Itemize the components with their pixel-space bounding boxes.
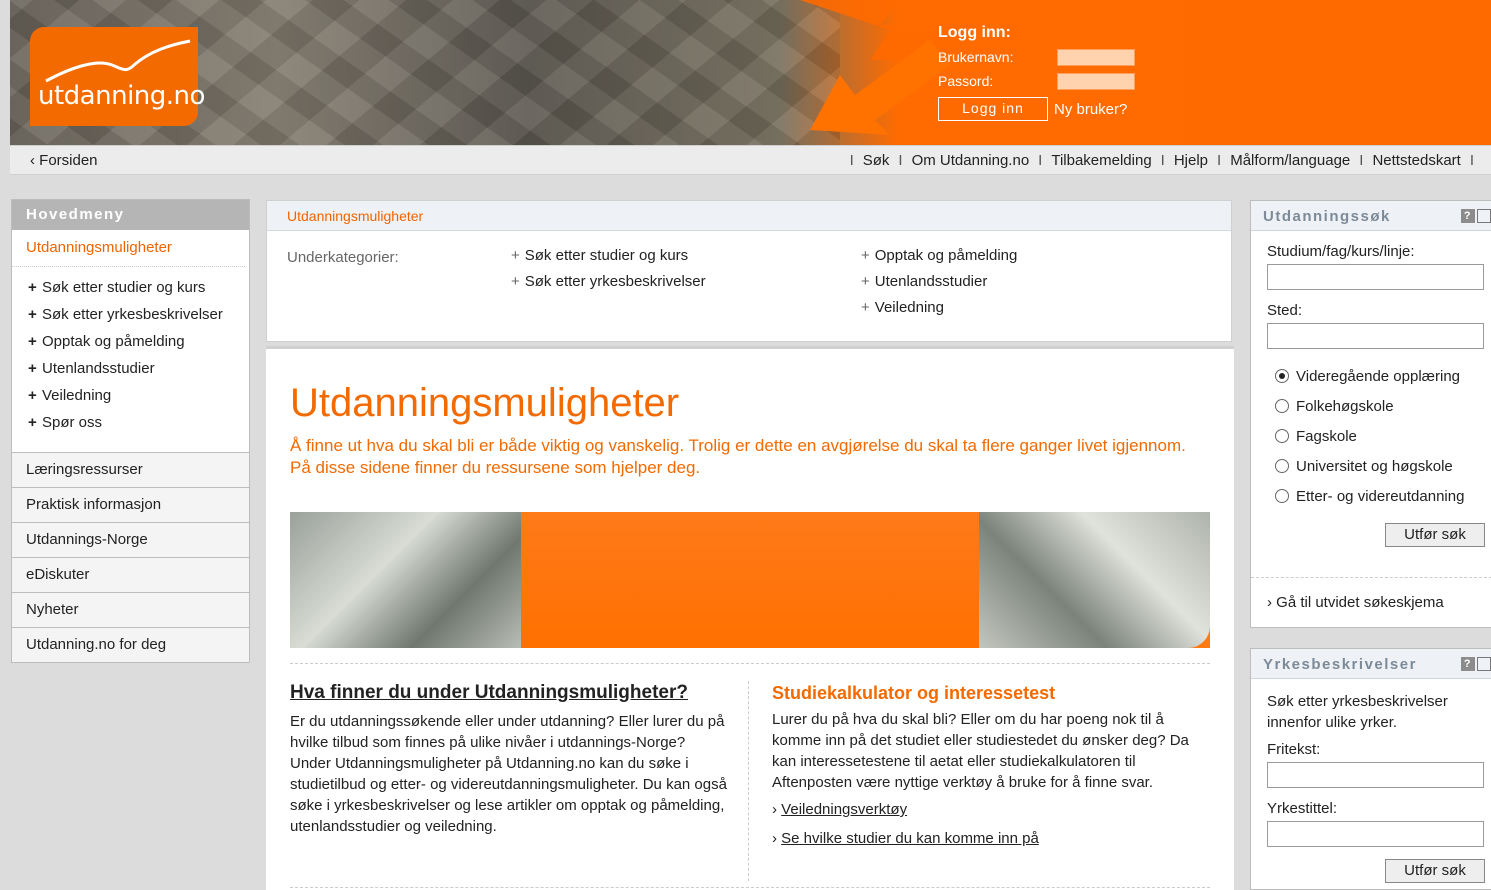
submenu-item[interactable]: Opptak og påmelding — [28, 331, 249, 352]
radio-videregaende[interactable]: Videregående opplæring — [1267, 361, 1491, 391]
radio-universitet[interactable]: Universitet og høgskole — [1267, 451, 1491, 481]
chevron-right-icon: › — [772, 801, 777, 818]
guidance-tools-link[interactable]: Veiledningsverktøy — [781, 801, 907, 818]
radio-icon — [1275, 459, 1289, 473]
chevron-right-icon: › — [772, 830, 777, 847]
nav-link-help[interactable]: Hjelp — [1174, 152, 1208, 169]
subcategory-link[interactable]: Søk etter yrkesbeskrivelser — [525, 273, 706, 290]
job-title-label: Yrkestittel: — [1267, 800, 1338, 817]
nav-link-language[interactable]: Målform/language — [1230, 152, 1350, 169]
education-search-panel: Utdanningssøk ? Studium/fag/kurs/linje: … — [1250, 200, 1491, 628]
submenu-item[interactable]: Veiledning — [28, 385, 249, 406]
info-heading-left[interactable]: Hva finner du under Utdanningsmuligheter… — [290, 682, 730, 704]
study-field-label: Studium/fag/kurs/linje: — [1267, 243, 1415, 260]
subcategory-link[interactable]: Veiledning — [875, 299, 944, 316]
nav-link-feedback[interactable]: Tilbakemelding — [1051, 152, 1151, 169]
username-label: Brukernavn: — [938, 49, 1014, 65]
submenu-item[interactable]: Søk etter studier og kurs — [28, 277, 249, 298]
info-text-right: Lurer du på hva du skal bli? Eller om du… — [772, 711, 1189, 791]
job-search-submit-button[interactable]: Utfør søk — [1385, 859, 1485, 883]
login-title: Logg inn: — [938, 24, 1011, 41]
freetext-label: Fritekst: — [1267, 741, 1321, 758]
banner-photo-right — [979, 512, 1210, 648]
nav-link-sitemap[interactable]: Nettstedskart — [1372, 152, 1460, 169]
study-calculator-link[interactable]: Se hvilke studier du kan komme inn på — [781, 830, 1039, 847]
radio-icon — [1275, 489, 1289, 503]
advanced-search-link[interactable]: › Gå til utvidet søkeskjema — [1267, 594, 1444, 611]
new-user-link[interactable]: Ny bruker? — [1054, 101, 1127, 118]
logo-swoosh-icon — [45, 39, 191, 83]
subcategory-link[interactable]: Utenlandsstudier — [875, 273, 988, 290]
main-menu: Hovedmeny Utdanningsmuligheter Søk etter… — [11, 199, 250, 663]
password-input[interactable] — [1057, 72, 1135, 90]
main-menu-title: Hovedmeny — [12, 200, 249, 230]
username-input[interactable] — [1057, 48, 1135, 66]
subcategory-column-2: + Opptak og påmelding + Utenlandsstudier +… — [861, 247, 1018, 316]
minimize-icon[interactable] — [1477, 657, 1491, 671]
info-text-left: Er du utdanningssøkende eller under utda… — [290, 713, 727, 835]
menu-item-utdanning-for-deg[interactable]: Utdanning.no for deg — [12, 627, 249, 662]
menu-item-praktisk-informasjon[interactable]: Praktisk informasjon — [12, 487, 249, 522]
place-field-label: Sted: — [1267, 302, 1303, 319]
info-heading-right: Studiekalkulator og interessetest — [772, 683, 1056, 703]
submenu-item[interactable]: Spør oss — [28, 412, 249, 433]
radio-icon — [1275, 429, 1289, 443]
menu-item-nyheter[interactable]: Nyheter — [12, 592, 249, 627]
subcategory-link[interactable]: Søk etter studier og kurs — [525, 247, 688, 264]
subcategories-label: Underkategorier: — [287, 249, 399, 266]
divider — [290, 663, 1210, 664]
site-logo[interactable]: utdanning.no — [30, 27, 205, 126]
password-label: Passord: — [938, 73, 994, 89]
study-input[interactable] — [1267, 264, 1484, 290]
nav-link-search[interactable]: Søk — [863, 152, 890, 169]
subcategories-panel: Utdanningsmuligheter Underkategorier: + S… — [266, 200, 1232, 342]
menu-item-utdannings-norge[interactable]: Utdannings-Norge — [12, 522, 249, 557]
column-divider — [748, 681, 749, 881]
banner-orange-block — [521, 512, 979, 648]
place-input[interactable] — [1267, 323, 1484, 349]
banner-image — [290, 512, 1210, 648]
search-submit-button[interactable]: Utfør søk — [1385, 523, 1485, 547]
info-column-left: Hva finner du under Utdanningsmuligheter… — [290, 682, 730, 837]
subcategory-link[interactable]: Opptak og påmelding — [875, 247, 1018, 264]
subcategory-column-1: + Søk etter studier og kurs + Søk etter yr… — [511, 247, 706, 290]
divider — [290, 887, 1210, 888]
site-header: utdanning.no Logg inn: Brukernavn: Passo… — [10, 0, 1491, 145]
minimize-icon[interactable] — [1477, 209, 1491, 223]
radio-selected-icon — [1275, 369, 1289, 383]
job-panel-title: Yrkesbeskrivelser — [1263, 656, 1417, 673]
login-box: Logg inn: Brukernavn: Passord: Logg inn … — [938, 24, 1135, 121]
login-button[interactable]: Logg inn — [938, 97, 1048, 121]
radio-folkehogskole[interactable]: Folkehøgskole — [1267, 391, 1491, 421]
page-title: Utdanningsmuligheter — [290, 381, 680, 425]
info-column-right: Studiekalkulator og interessetest Lurer … — [772, 683, 1212, 847]
submenu-item[interactable]: Søk etter yrkesbeskrivelser — [28, 304, 249, 325]
radio-icon — [1275, 399, 1289, 413]
search-panel-title: Utdanningssøk — [1263, 208, 1391, 225]
freetext-input[interactable] — [1267, 762, 1484, 788]
radio-fagskole[interactable]: Fagskole — [1267, 421, 1491, 451]
banner-photo-left — [290, 512, 521, 648]
nav-link-about[interactable]: Om Utdanning.no — [912, 152, 1030, 169]
help-icon[interactable]: ? — [1461, 209, 1475, 223]
submenu: Søk etter studier og kurs Søk etter yrke… — [12, 267, 249, 452]
home-link[interactable]: ‹ Forsiden — [30, 152, 98, 169]
breadcrumb: Utdanningsmuligheter — [267, 201, 1231, 231]
menu-item-ediskuter[interactable]: eDiskuter — [12, 557, 249, 592]
job-panel-description: Søk etter yrkesbeskrivelser innenfor uli… — [1267, 693, 1448, 731]
menu-item-utdanningsmuligheter[interactable]: Utdanningsmuligheter — [12, 230, 245, 267]
logo-text: utdanning.no — [38, 81, 205, 111]
utility-links: I Søk I Om Utdanning.no I Tilbakemelding… — [849, 152, 1474, 169]
help-icon[interactable]: ? — [1461, 657, 1475, 671]
radio-etter-videreutdanning[interactable]: Etter- og videreutdanning — [1267, 481, 1491, 511]
job-title-input[interactable] — [1267, 821, 1484, 847]
job-descriptions-panel: Yrkesbeskrivelser ? Søk etter yrkesbeskr… — [1250, 648, 1491, 890]
page-intro: Å finne ut hva du skal bli er både vikti… — [290, 436, 1186, 477]
menu-item-laeringsressurser[interactable]: Læringsressurser — [12, 452, 249, 487]
main-content: Utdanningsmuligheter Å finne ut hva du s… — [266, 346, 1234, 890]
top-navigation: ‹ Forsiden I Søk I Om Utdanning.no I Til… — [10, 145, 1491, 175]
submenu-item[interactable]: Utenlandsstudier — [28, 358, 249, 379]
